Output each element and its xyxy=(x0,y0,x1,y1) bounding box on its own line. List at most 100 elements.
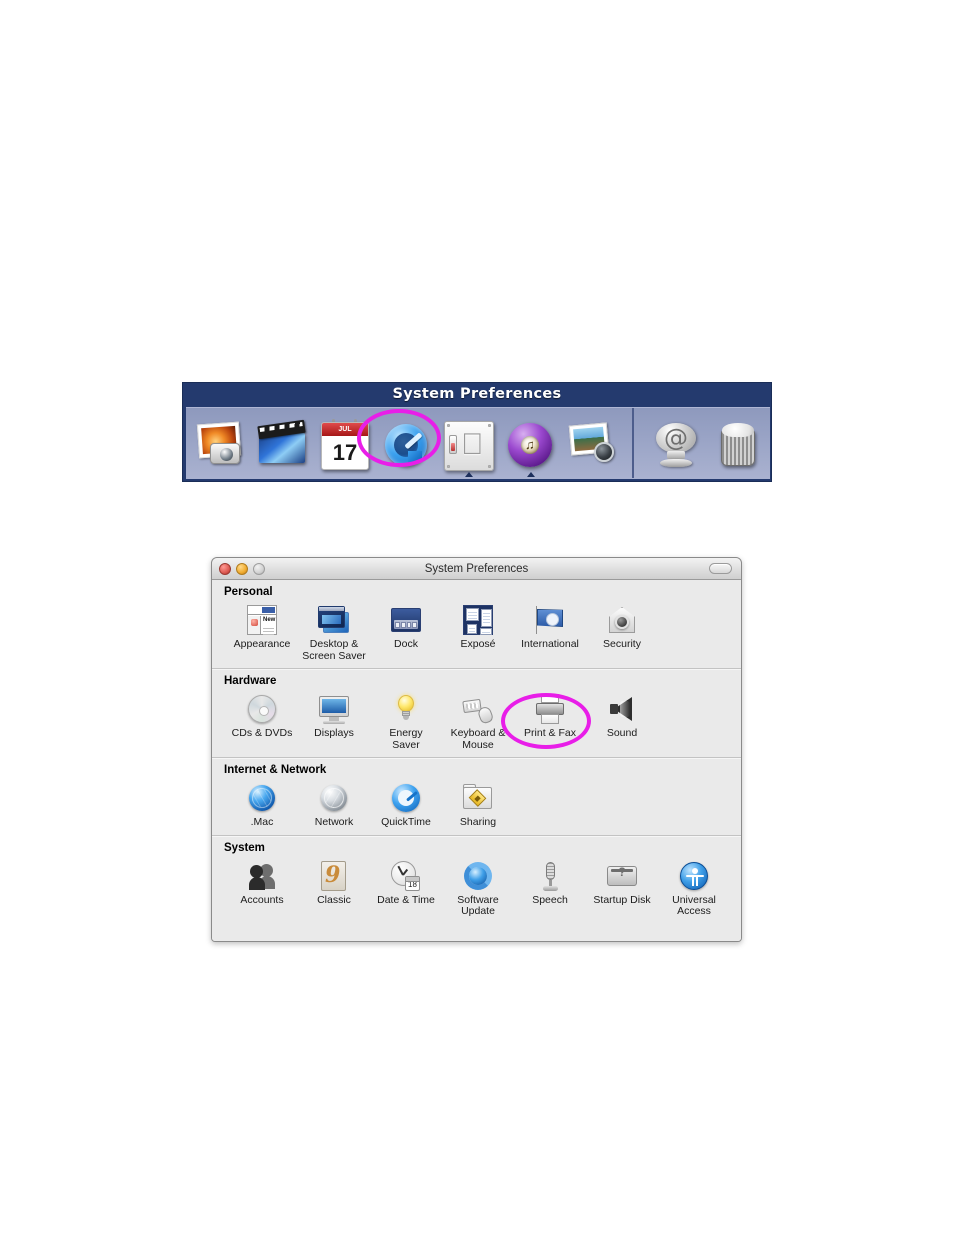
toolbar-toggle-button[interactable] xyxy=(709,563,732,574)
section-heading: Personal xyxy=(224,586,273,598)
pref-item-sound[interactable]: Sound xyxy=(586,691,658,751)
dock-item-trash[interactable] xyxy=(708,409,770,477)
image-capture-icon xyxy=(566,419,620,473)
pref-label: Appearance xyxy=(233,638,291,650)
pref-item-network[interactable]: Network xyxy=(298,780,370,829)
pref-item-dot-mac[interactable]: .Mac xyxy=(226,780,298,829)
dock-panel: System Preferences JUL 17 ♫ @ xyxy=(182,382,772,482)
international-icon xyxy=(534,604,566,636)
quicktime-pref-icon xyxy=(390,782,422,814)
pref-item-speech[interactable]: Speech xyxy=(514,858,586,918)
system-preferences-window: System Preferences Personal New Appearan… xyxy=(211,557,742,942)
dock-separator xyxy=(632,408,634,478)
pref-label: Accounts xyxy=(240,893,284,906)
print-fax-icon xyxy=(534,693,566,725)
pref-label: Startup Disk xyxy=(593,893,651,906)
ical-month-label: JUL xyxy=(322,423,368,436)
section-icon-row: New Appearance Desktop & Screen Saver Do… xyxy=(212,600,741,668)
pref-item-sharing[interactable]: Sharing xyxy=(442,780,514,829)
section-heading: System xyxy=(224,841,265,854)
dock-item-iphoto[interactable] xyxy=(190,409,252,477)
pref-item-universal-access[interactable]: Universal Access xyxy=(658,858,730,918)
pref-item-security[interactable]: Security xyxy=(586,602,658,662)
pref-label: Classic xyxy=(317,893,351,906)
pref-label: .Mac xyxy=(250,816,274,828)
pref-label: Displays xyxy=(314,727,354,739)
appearance-icon: New xyxy=(246,604,278,636)
dock-item-quicktime[interactable] xyxy=(376,409,438,477)
section-icon-row: .Mac Network QuickTime Sharing xyxy=(212,778,741,835)
section-icon-row: CDs & DVDs Displays Energy Saver Keyboar… xyxy=(212,689,741,757)
section-system: System Accounts 9 Classic 18 Date & Time… xyxy=(212,836,741,924)
universal-access-icon xyxy=(678,860,710,892)
window-title: System Preferences xyxy=(424,563,529,575)
pref-label: Exposé xyxy=(460,638,496,650)
dock-application-group: JUL 17 ♫ xyxy=(186,408,628,479)
dock-tray: JUL 17 ♫ @ xyxy=(186,407,770,479)
pref-label: International xyxy=(521,638,579,650)
iphoto-icon xyxy=(194,419,248,473)
accounts-icon xyxy=(246,860,278,892)
startup-disk-badge: ? xyxy=(618,864,626,879)
pref-item-displays[interactable]: Displays xyxy=(298,691,370,751)
pref-item-appearance[interactable]: New Appearance xyxy=(226,602,298,662)
section-icon-row: Accounts 9 Classic 18 Date & Time Softwa… xyxy=(212,856,741,924)
pref-label: Date & Time xyxy=(377,893,435,906)
ical-day-label: 17 xyxy=(332,440,358,465)
pref-item-accounts[interactable]: Accounts xyxy=(226,858,298,918)
cds-dvds-icon xyxy=(246,693,278,725)
dock-running-indicator xyxy=(527,472,535,477)
itunes-icon: ♫ xyxy=(504,419,558,473)
dock-running-indicator xyxy=(465,472,473,477)
preferences-pane-body: Personal New Appearance Desktop & Screen… xyxy=(212,580,741,941)
dot-mac-icon xyxy=(246,782,278,814)
classic-badge: 9 xyxy=(325,861,341,888)
pref-label: Sound xyxy=(606,727,638,739)
pref-item-keyboard-mouse[interactable]: Keyboard & Mouse xyxy=(442,691,514,751)
pref-label: QuickTime xyxy=(381,816,431,828)
pref-item-classic[interactable]: 9 Classic xyxy=(298,858,370,918)
section-heading: Internet & Network xyxy=(224,764,327,776)
pref-label: Speech xyxy=(532,893,568,906)
dock-item-system-preferences[interactable]:  xyxy=(438,409,500,477)
section-hardware: Hardware CDs & DVDs Displays Energy Save… xyxy=(212,669,741,758)
window-titlebar[interactable]: System Preferences xyxy=(212,558,741,580)
pref-label: Universal Access xyxy=(672,893,716,917)
at-sign-icon: @ xyxy=(650,419,704,473)
dock-item-itunes[interactable]: ♫ xyxy=(500,409,562,477)
pref-item-date-time[interactable]: 18 Date & Time xyxy=(370,858,442,918)
dock-item-mail[interactable]: @ xyxy=(646,409,708,477)
pref-label: CDs & DVDs xyxy=(231,727,293,739)
pref-item-print-fax[interactable]: Print & Fax xyxy=(514,691,586,751)
ical-icon: JUL 17 xyxy=(318,419,372,473)
pref-item-cds-dvds[interactable]: CDs & DVDs xyxy=(226,691,298,751)
keyboard-mouse-icon xyxy=(462,693,495,725)
pref-item-startup-disk[interactable]: ? Startup Disk xyxy=(586,858,658,918)
pref-item-dock[interactable]: Dock xyxy=(370,602,442,662)
pref-item-international[interactable]: International xyxy=(514,602,586,662)
dock-item-image-capture[interactable] xyxy=(562,409,624,477)
pref-item-software-update[interactable]: Software Update xyxy=(442,858,514,918)
classic-icon: 9 xyxy=(318,860,350,892)
pref-item-desktop-screen-saver[interactable]: Desktop & Screen Saver xyxy=(298,602,370,662)
imovie-icon xyxy=(256,419,310,473)
startup-disk-icon: ? xyxy=(606,860,638,892)
dock-icon xyxy=(390,604,422,636)
dock-utility-group: @ xyxy=(640,408,778,479)
section-personal: Personal New Appearance Desktop & Screen… xyxy=(212,580,741,669)
trash-icon xyxy=(712,419,766,473)
dock-item-imovie[interactable] xyxy=(252,409,314,477)
dock-title: System Preferences xyxy=(392,386,562,402)
energy-saver-icon xyxy=(390,693,422,725)
pref-label: Dock xyxy=(394,638,418,650)
pref-label: Print & Fax xyxy=(524,727,576,739)
pref-label: Software Update xyxy=(457,893,499,917)
pref-item-expose[interactable]: Exposé xyxy=(442,602,514,662)
dock-item-ical[interactable]: JUL 17 xyxy=(314,409,376,477)
pref-label: Network xyxy=(314,816,354,828)
pref-item-energy-saver[interactable]: Energy Saver xyxy=(370,691,442,751)
speech-icon xyxy=(534,860,566,892)
date-time-day-badge: 18 xyxy=(405,875,420,891)
sound-icon xyxy=(606,693,638,725)
pref-item-quicktime[interactable]: QuickTime xyxy=(370,780,442,829)
